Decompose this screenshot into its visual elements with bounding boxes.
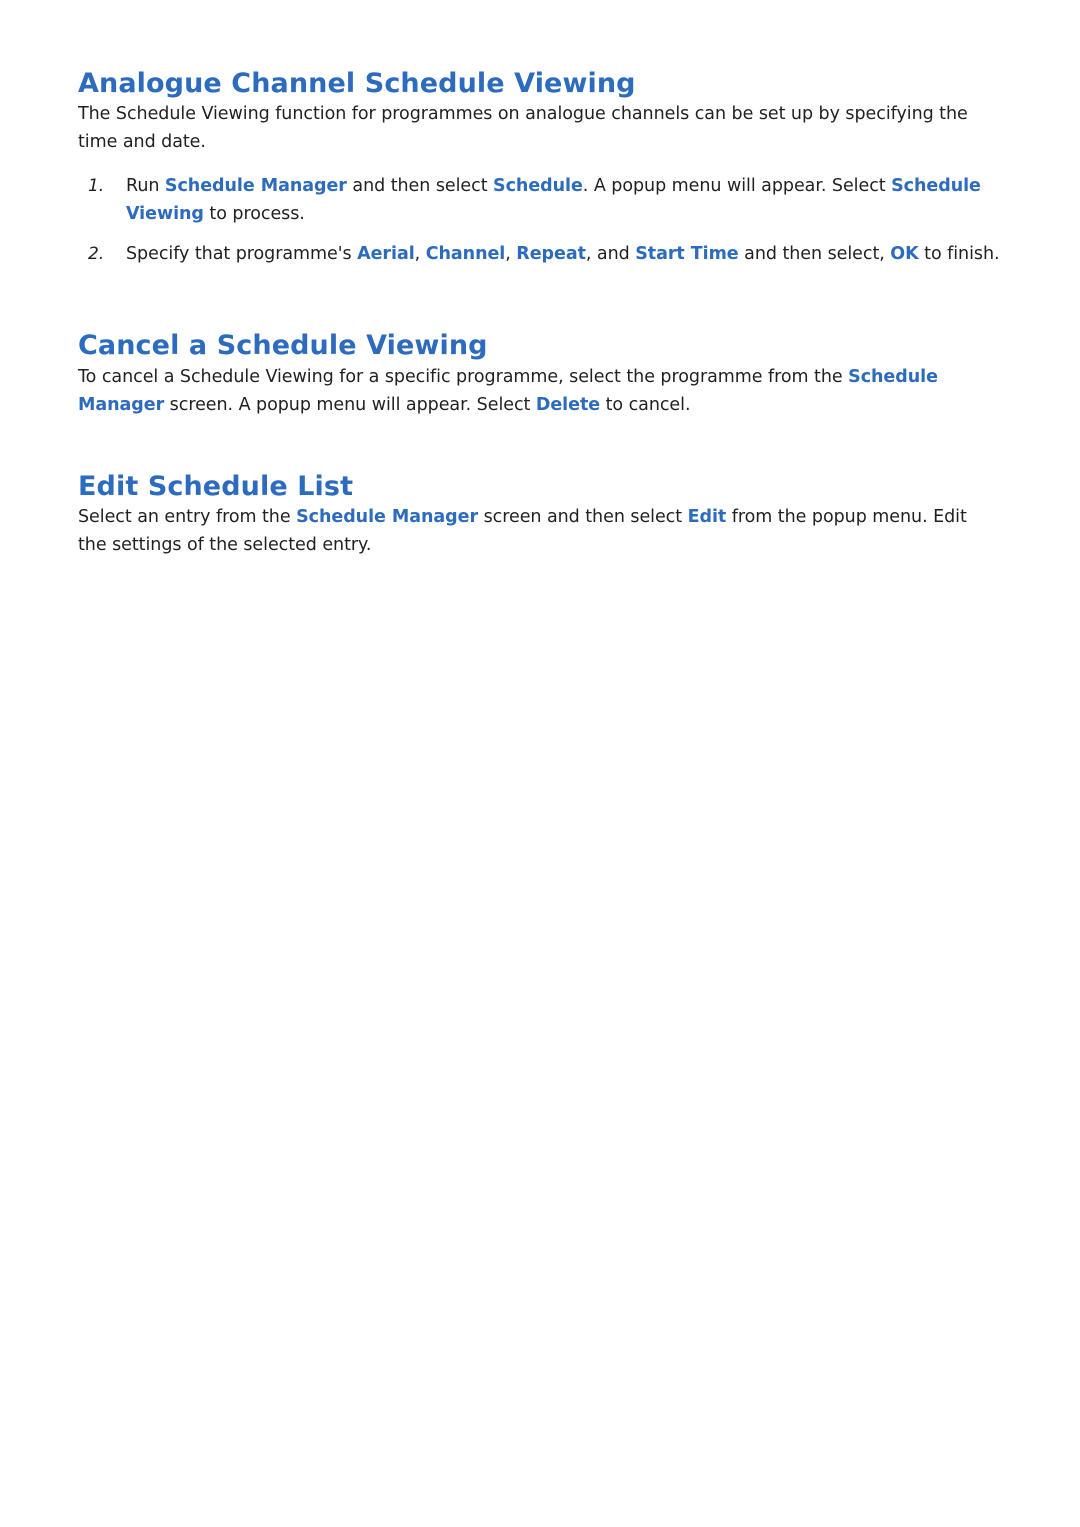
step-number: 1. <box>88 176 105 197</box>
step-number: 2. <box>88 244 105 265</box>
intro-paragraph: The Schedule Viewing function for progra… <box>78 104 968 153</box>
page-title: Analogue Channel Schedule Viewing <box>78 68 636 99</box>
section-cancel-a-schedule-viewing: Cancel a Schedule Viewing To cancel a Sc… <box>78 280 1002 418</box>
section-title-edit-schedule-list: Edit Schedule List <box>78 470 354 502</box>
section-edit-schedule-list: Edit Schedule List Select an entry from … <box>78 419 1002 559</box>
section-title-cancel-schedule: Cancel a Schedule Viewing <box>78 330 488 362</box>
section-analogue-channel-schedule-viewing: Analogue Channel Schedule Viewing The Sc… <box>78 0 1002 268</box>
list-item: 1. Run Schedule Manager and then select … <box>78 172 1002 228</box>
steps-list: 1. Run Schedule Manager and then select … <box>78 172 1002 268</box>
step-text: Specify that programme's Aerial, Channel… <box>126 244 1000 265</box>
list-item: 2. Specify that programme's Aerial, Chan… <box>78 240 1002 268</box>
cancel-schedule-paragraph: To cancel a Schedule Viewing for a speci… <box>78 366 938 415</box>
edit-schedule-paragraph: Select an entry from the Schedule Manage… <box>78 507 967 556</box>
document-page: Analogue Channel Schedule Viewing The Sc… <box>0 0 1080 1527</box>
step-text: Run Schedule Manager and then select Sch… <box>126 176 981 225</box>
